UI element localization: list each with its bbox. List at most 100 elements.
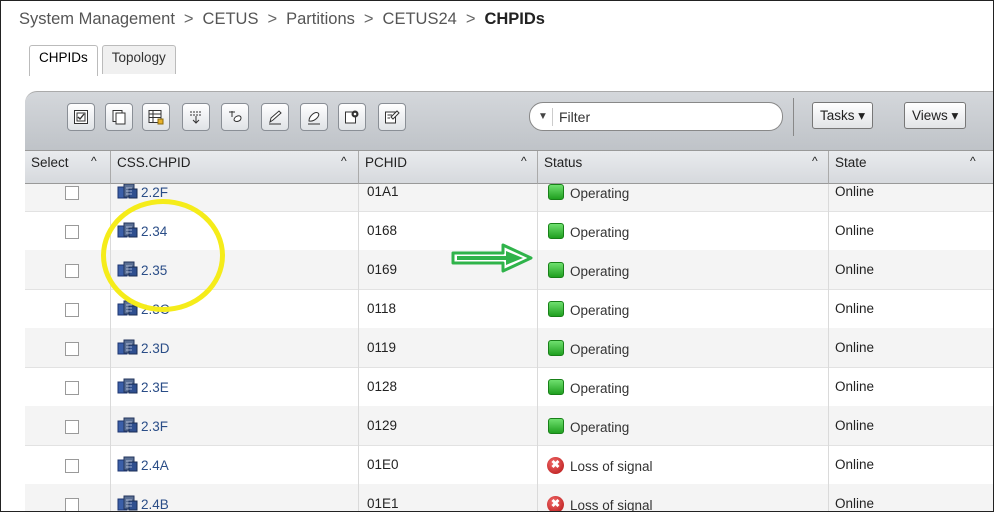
column-header-label: Status <box>544 155 583 170</box>
chpid-link[interactable]: 2.4B <box>141 497 169 511</box>
status-cell: Operating <box>538 184 829 211</box>
row-checkbox[interactable] <box>65 381 79 395</box>
breadcrumb-separator: > <box>267 10 278 28</box>
row-checkbox[interactable] <box>65 225 79 239</box>
erase-icon <box>308 112 320 125</box>
chpid-cell: 2.4B <box>111 484 359 511</box>
state-cell: Online <box>829 250 993 289</box>
pchid-value: 01E1 <box>367 496 399 511</box>
select-cell <box>25 484 111 511</box>
state-value: Online <box>835 184 875 199</box>
views-menu-button[interactable]: Views ▾ <box>904 102 967 129</box>
table-row[interactable]: 2.3F 0129 Operating Online <box>25 406 993 446</box>
sort-caret-icon[interactable]: ^ <box>970 154 976 168</box>
status-text: Operating <box>570 303 630 318</box>
chpid-cell: 2.4A <box>111 445 359 484</box>
status-cell: ✖ Loss of signal <box>538 445 829 484</box>
details-icon <box>385 110 400 124</box>
arrow-annotation-icon <box>451 243 533 273</box>
settings-button[interactable] <box>338 103 366 131</box>
column-header-pchid[interactable]: PCHID ^ <box>359 151 538 184</box>
breadcrumb-separator: > <box>363 10 374 28</box>
error-icon: ✖ <box>547 496 564 511</box>
state-cell: Online <box>829 406 993 445</box>
table-row[interactable]: 2.4A 01E0 ✖ Loss of signal Online <box>25 445 993 485</box>
row-checkbox[interactable] <box>65 498 79 511</box>
select-cell <box>25 289 111 328</box>
select-all-button[interactable] <box>67 103 95 131</box>
row-checkbox[interactable] <box>65 303 79 317</box>
pchid-cell: 0129 <box>359 406 538 445</box>
state-cell: Online <box>829 367 993 406</box>
chpid-link[interactable]: 2.3D <box>141 341 170 356</box>
tab-topology[interactable]: Topology <box>101 45 176 74</box>
state-cell: Online <box>829 484 993 511</box>
filter-dropdown-icon[interactable]: ▼ <box>534 107 553 126</box>
column-header-css-chpid[interactable]: CSS.CHPID ^ <box>111 151 359 184</box>
breadcrumb-item-system-management[interactable]: System Management <box>19 10 175 28</box>
error-icon: ✖ <box>547 457 564 474</box>
chpid-link[interactable]: 2.3E <box>141 380 169 395</box>
pchid-value: 0128 <box>367 379 398 394</box>
state-cell: Online <box>829 289 993 328</box>
status-ok-icon <box>548 418 564 434</box>
tasks-menu-button[interactable]: Tasks ▾ <box>812 102 874 129</box>
state-value: Online <box>835 496 875 511</box>
edit-button[interactable] <box>261 103 289 131</box>
column-header-status[interactable]: Status ^ <box>538 151 829 184</box>
row-checkbox[interactable] <box>65 342 79 356</box>
select-cell <box>25 184 111 211</box>
select-cell <box>25 406 111 445</box>
chpid-icon <box>117 184 138 199</box>
row-checkbox[interactable] <box>65 264 79 278</box>
breadcrumb-item-cetus24[interactable]: CETUS24 <box>383 10 457 28</box>
sort-caret-icon[interactable]: ^ <box>812 154 818 168</box>
table-config-button[interactable] <box>142 103 170 131</box>
tab-chpids[interactable]: CHPIDs <box>29 45 98 76</box>
sort-caret-icon[interactable]: ^ <box>521 154 527 168</box>
row-checkbox[interactable] <box>65 459 79 473</box>
pchid-value: 0119 <box>367 340 397 355</box>
pchid-value: 0168 <box>367 223 398 238</box>
filter-input[interactable]: Filter <box>559 109 590 125</box>
chpid-link[interactable]: 2.4A <box>141 458 169 473</box>
tab-bar: CHPIDs Topology <box>29 45 180 76</box>
sort-caret-icon[interactable]: ^ <box>341 154 347 168</box>
state-value: Online <box>835 301 875 316</box>
column-header-select[interactable]: Select ^ <box>25 151 111 184</box>
row-checkbox[interactable] <box>65 420 79 434</box>
highlight-circle-annotation <box>101 199 225 312</box>
chpid-icon <box>117 456 138 472</box>
column-header-label: PCHID <box>365 155 408 170</box>
chpid-link[interactable]: 2.3F <box>141 419 168 434</box>
clear-filter-button[interactable] <box>221 103 249 131</box>
pchid-cell: 0119 <box>359 328 538 367</box>
status-text: Loss of signal <box>570 498 653 512</box>
copy-icon <box>112 110 126 125</box>
table-row[interactable]: 2.4B 01E1 ✖ Loss of signal Online <box>25 484 993 512</box>
edit-icon <box>269 110 282 125</box>
chpid-icon <box>117 495 138 511</box>
breadcrumb-item-cetus[interactable]: CETUS <box>203 10 259 28</box>
filter-box[interactable]: ▼ Filter <box>529 102 783 131</box>
status-ok-icon <box>548 340 564 356</box>
select-cell <box>25 445 111 484</box>
column-header-label: CSS.CHPID <box>117 155 191 170</box>
table-row[interactable]: 2.3E 0128 Operating Online <box>25 367 993 407</box>
copy-button[interactable] <box>105 103 133 131</box>
chpid-link[interactable]: 2.2F <box>141 185 168 200</box>
breadcrumb-current: CHPIDs <box>484 10 545 28</box>
chpid-cell: 2.3D <box>111 328 359 367</box>
row-checkbox[interactable] <box>65 186 79 200</box>
column-header-state[interactable]: State ^ <box>829 151 993 184</box>
breadcrumb-item-partitions[interactable]: Partitions <box>286 10 355 28</box>
status-ok-icon <box>548 262 564 278</box>
state-cell: Online <box>829 211 993 250</box>
erase-button[interactable] <box>300 103 328 131</box>
details-button[interactable] <box>378 103 406 131</box>
table-row[interactable]: 2.3D 0119 Operating Online <box>25 328 993 368</box>
sort-caret-icon[interactable]: ^ <box>91 154 97 168</box>
sort-button[interactable] <box>182 103 210 131</box>
state-cell: Online <box>829 184 993 211</box>
state-cell: Online <box>829 328 993 367</box>
